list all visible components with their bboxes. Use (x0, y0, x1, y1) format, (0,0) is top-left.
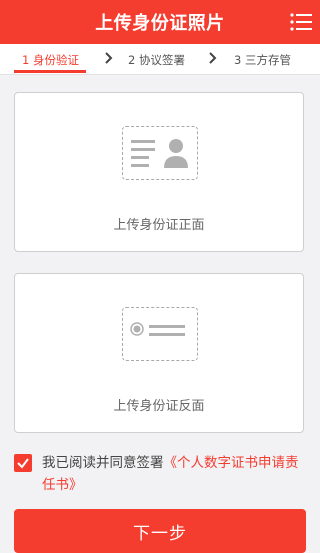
chevron-right-icon (209, 52, 217, 64)
step-agreement-signing: 2 协议签署 (128, 53, 185, 67)
list-menu-icon[interactable] (290, 12, 312, 32)
agreement-checkbox[interactable] (14, 454, 32, 472)
page-title: 上传身份证照片 (95, 13, 225, 34)
chevron-right-icon (105, 52, 113, 64)
agreement-text: 我已阅读并同意签署《个人数字证书申请责任书》 (42, 452, 306, 496)
upload-back-label: 上传身份证反面 (113, 399, 205, 414)
id-card-back-icon (122, 307, 198, 361)
step-identity-verification: 1 身份验证 (22, 53, 79, 67)
app-header: 上传身份证照片 (0, 0, 320, 44)
upload-id-front-card[interactable]: 上传身份证正面 (14, 92, 304, 252)
step-third-party-custody: 3 三方存管 (234, 53, 291, 67)
next-step-button[interactable]: 下一步 (14, 509, 306, 553)
upload-front-label: 上传身份证正面 (113, 218, 205, 233)
id-card-front-icon (122, 126, 198, 180)
upload-id-back-card[interactable]: 上传身份证反面 (14, 273, 304, 433)
agreement-statement: 我已阅读并同意签署 (42, 455, 164, 471)
checkmark-icon (17, 458, 29, 469)
active-step-indicator (14, 70, 86, 73)
